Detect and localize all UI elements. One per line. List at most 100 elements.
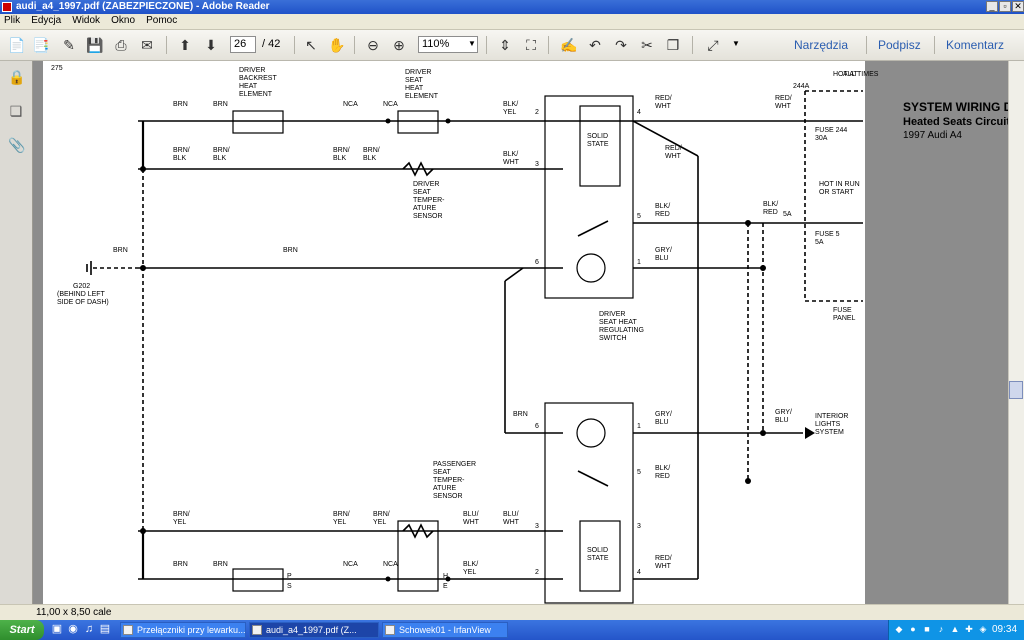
- document-viewport[interactable]: 275 HOT AT ALL TIMES 244A RED/ WHT FUSE …: [33, 61, 1008, 604]
- lock-icon[interactable]: 🔒: [8, 69, 25, 85]
- page-size: 11,00 x 8,50 cale: [36, 607, 112, 618]
- sign-icon[interactable]: ✍: [560, 36, 578, 54]
- page-number-input[interactable]: 26: [230, 36, 256, 53]
- tray-icon[interactable]: ●: [908, 624, 918, 634]
- hand-icon[interactable]: ✋: [328, 36, 346, 54]
- folder-icon[interactable]: ▣: [50, 622, 64, 636]
- diagram-label: S: [287, 583, 292, 590]
- diagram-label: BRN: [173, 101, 188, 108]
- pin-number: 6: [535, 259, 539, 266]
- print-icon[interactable]: ⎙: [112, 36, 130, 54]
- diagram-label: BLK: [363, 155, 377, 162]
- network-icon[interactable]: ▲: [950, 624, 960, 634]
- title-bar[interactable]: audi_a4_1997.pdf (ZABEZPIECZONE) - Adobe…: [0, 0, 1024, 14]
- browser-icon[interactable]: ◉: [66, 622, 80, 636]
- start-button[interactable]: Start: [0, 620, 44, 640]
- arrow-down-icon[interactable]: ⬇: [202, 36, 220, 54]
- navigation-pane: 🔒 ❏ 📎: [0, 61, 33, 621]
- minus-circle-icon[interactable]: ⊖: [364, 36, 382, 54]
- close-button[interactable]: ✕: [1012, 1, 1024, 12]
- tray-icon[interactable]: ◈: [978, 624, 988, 634]
- diagram-label: PANEL: [833, 315, 856, 322]
- diagram-label: E: [443, 583, 448, 590]
- toolbar: 📄 📑 ✎ 💾 ⎙ ✉ ⬆ ⬇ 26 / 42 ↖ ✋ ⊖ ⊕ 110% ▼ ⇕…: [0, 30, 1024, 61]
- mail-icon[interactable]: ✉: [138, 36, 156, 54]
- tray-icon[interactable]: ■: [922, 624, 932, 634]
- diagram-label: 5A: [815, 239, 824, 246]
- diagram-label: FUSE 5: [815, 231, 840, 238]
- chevron-down-icon[interactable]: ▼: [732, 39, 740, 48]
- diagram-label: SEAT: [433, 469, 451, 476]
- plus-circle-icon[interactable]: ⊕: [390, 36, 408, 54]
- open-icon[interactable]: 📄: [8, 36, 26, 54]
- menu-file[interactable]: Plik: [0, 14, 24, 26]
- diagram-label: ATURE: [433, 485, 457, 492]
- tools-panel-link[interactable]: Narzędzia: [794, 38, 848, 52]
- diagram-label: BLK/: [655, 465, 671, 472]
- diagram-label: H: [443, 573, 449, 580]
- diagram-label: SOLID: [587, 547, 609, 554]
- menu-view[interactable]: Widok: [68, 14, 104, 26]
- diagram-label: FUSE: [833, 307, 852, 314]
- diagram-label: BLK/: [463, 561, 479, 568]
- scrollbar-thumb[interactable]: [1009, 381, 1023, 399]
- chevron-down-icon[interactable]: ▼: [468, 39, 476, 48]
- diagram-label: BLU: [655, 419, 669, 426]
- diagram-label: BACKREST: [239, 75, 277, 82]
- edit-icon[interactable]: ✎: [60, 36, 78, 54]
- task-irfanview[interactable]: Schowek01 - IrfanView: [382, 622, 508, 638]
- security-icon[interactable]: ✚: [964, 624, 974, 634]
- menu-edit[interactable]: Edycja: [27, 14, 65, 26]
- diagram-label: BRN: [213, 101, 228, 108]
- diagram-label: 244A: [793, 83, 810, 90]
- volume-icon[interactable]: ♪: [936, 624, 946, 634]
- save-icon[interactable]: 💾: [86, 36, 104, 54]
- diagram-label: BRN: [113, 247, 128, 254]
- fit-page-icon[interactable]: ⛶: [522, 36, 540, 54]
- task-label: Schowek01 - IrfanView: [399, 625, 491, 635]
- attachment-icon[interactable]: 📎: [8, 137, 25, 153]
- diagram-label: BLK/: [655, 203, 671, 210]
- page-number-label: 275: [51, 65, 63, 72]
- diagram-label: HOT IN RUN: [819, 181, 860, 188]
- toolbar-separator: [294, 36, 295, 54]
- pin-number: 5: [637, 469, 641, 476]
- vertical-scrollbar[interactable]: [1008, 61, 1024, 604]
- sign-panel-link[interactable]: Podpisz: [878, 38, 921, 52]
- pdf-page: 275 HOT AT ALL TIMES 244A RED/ WHT FUSE …: [43, 61, 1008, 604]
- minimize-button[interactable]: _: [986, 1, 998, 12]
- menu-bar: Plik Edycja Widok Okno Pomoc: [0, 14, 1024, 30]
- diagram-label: BRN/: [213, 147, 230, 154]
- restore-button[interactable]: ▫: [999, 1, 1011, 12]
- fit-width-icon[interactable]: ⇕: [496, 36, 514, 54]
- diagram-label: WHT: [463, 519, 479, 526]
- diagram-label: BLK/: [503, 101, 519, 108]
- pages-icon[interactable]: ❏: [8, 103, 24, 119]
- create-pdf-icon[interactable]: 📑: [32, 36, 50, 54]
- diagram-label: BRN: [513, 411, 528, 418]
- cursor-icon[interactable]: ↖: [302, 36, 320, 54]
- arrow-up-icon[interactable]: ⬆: [176, 36, 194, 54]
- diagram-label: BLK: [333, 155, 347, 162]
- diagram-label: BRN/: [333, 147, 350, 154]
- redo-icon[interactable]: ↷: [612, 36, 630, 54]
- toolbar-separator: [486, 36, 487, 54]
- diagram-label: SEAT: [413, 189, 431, 196]
- task-adobe-reader[interactable]: audi_a4_1997.pdf (Z...: [249, 622, 379, 638]
- task-label: audi_a4_1997.pdf (Z...: [266, 625, 357, 635]
- menu-window[interactable]: Okno: [107, 14, 139, 26]
- cut-icon[interactable]: ✂: [638, 36, 656, 54]
- tray-icon[interactable]: ◆: [894, 624, 904, 634]
- task-firefox[interactable]: Przełączniki przy lewarku...: [120, 622, 246, 638]
- media-icon[interactable]: ♫: [82, 622, 96, 636]
- diagram-label: SOLID: [587, 133, 609, 140]
- expand-icon[interactable]: ⤢: [704, 36, 722, 54]
- undo-icon[interactable]: ↶: [586, 36, 604, 54]
- quick-launch-icon[interactable]: ▤: [98, 622, 112, 636]
- copy-icon[interactable]: ❐: [664, 36, 682, 54]
- comment-panel-link[interactable]: Komentarz: [946, 38, 1004, 52]
- diagram-label: ALL TIMES: [843, 71, 879, 78]
- diagram-label: BLU/: [503, 511, 519, 518]
- diagram-label: YEL: [463, 569, 477, 576]
- menu-help[interactable]: Pomoc: [142, 14, 181, 26]
